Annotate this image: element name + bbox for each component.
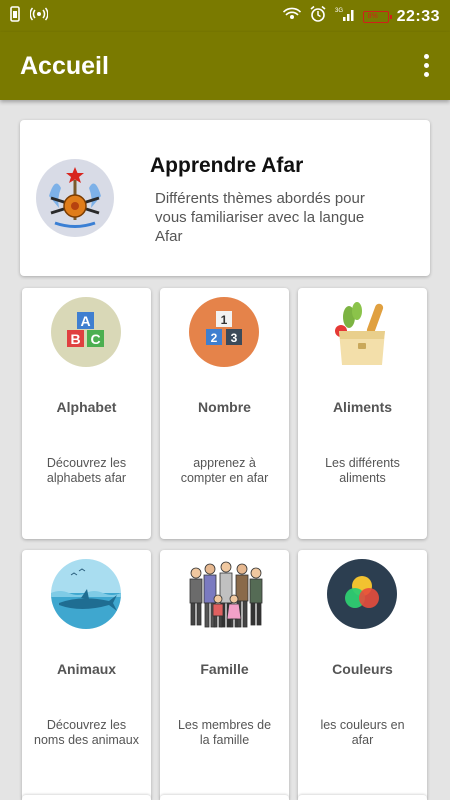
more-vertical-icon[interactable] [416,50,436,80]
category-description: Découvrez les alphabets afar [46,456,127,485]
category-description: Les membres de la famille [177,718,272,747]
svg-text:3: 3 [231,331,238,345]
category-name: Famille [200,661,249,677]
shark-icon [51,559,121,629]
header-title: Apprendre Afar [150,154,304,177]
clock: 22:33 [396,7,440,25]
category-card-famille[interactable]: Famille Les membres de la famille [160,550,289,800]
svg-text:2: 2 [211,331,218,345]
page-title: Accueil [20,52,109,80]
category-card-couleurs[interactable]: Couleurs les couleurs en afar [298,550,427,800]
signal-icon: 3G [335,6,355,27]
category-name: Couleurs [332,661,393,677]
svg-text:3G: 3G [335,8,343,14]
number-blocks-icon: 1 2 3 [189,297,259,367]
category-card-partial[interactable] [22,795,151,800]
svg-text:C: C [90,331,100,347]
battery-level: 8% [367,12,378,20]
battery-icon: 8% [362,10,392,23]
svg-text:1: 1 [221,313,228,327]
category-card-nombre[interactable]: 1 2 3 Nombre apprenez à compter en afar [160,288,289,539]
category-card-partial[interactable] [160,795,289,800]
category-description: apprenez à compter en afar [180,456,269,485]
wifi-icon [282,7,301,26]
hotspot-icon [29,7,49,26]
svg-text:A: A [80,313,90,329]
category-name: Nombre [198,399,251,415]
abc-blocks-icon: A B C [51,297,121,367]
svg-text:B: B [70,331,80,347]
category-name: Alphabet [56,399,117,415]
header-description: Différents thèmes abordés pour vous fami… [155,190,365,245]
category-card-partial[interactable] [298,795,427,800]
grocery-bag-icon [327,297,397,367]
category-description: les couleurs en afar [320,718,405,747]
app-bar: Accueil [0,32,450,100]
alarm-icon [309,5,327,28]
category-card-alphabet[interactable]: A B C Alphabet Découvrez les alphabets a… [22,288,151,539]
phone-icon [10,6,20,27]
category-name: Aliments [332,399,393,415]
category-card-animaux[interactable]: Animaux Découvrez les noms des animaux [22,550,151,800]
category-description: Découvrez les noms des animaux [34,718,139,747]
status-bar: 3G 8% 22:33 [0,0,450,32]
category-card-aliments[interactable]: Aliments Les différents aliments [298,288,427,539]
category-description: Les différents aliments [325,456,400,485]
category-name: Animaux [56,661,117,677]
afar-emblem-icon [35,158,115,238]
family-icon [184,559,264,629]
header-card: Apprendre Afar Différents thèmes abordés… [20,120,430,276]
color-circles-icon [327,559,397,629]
